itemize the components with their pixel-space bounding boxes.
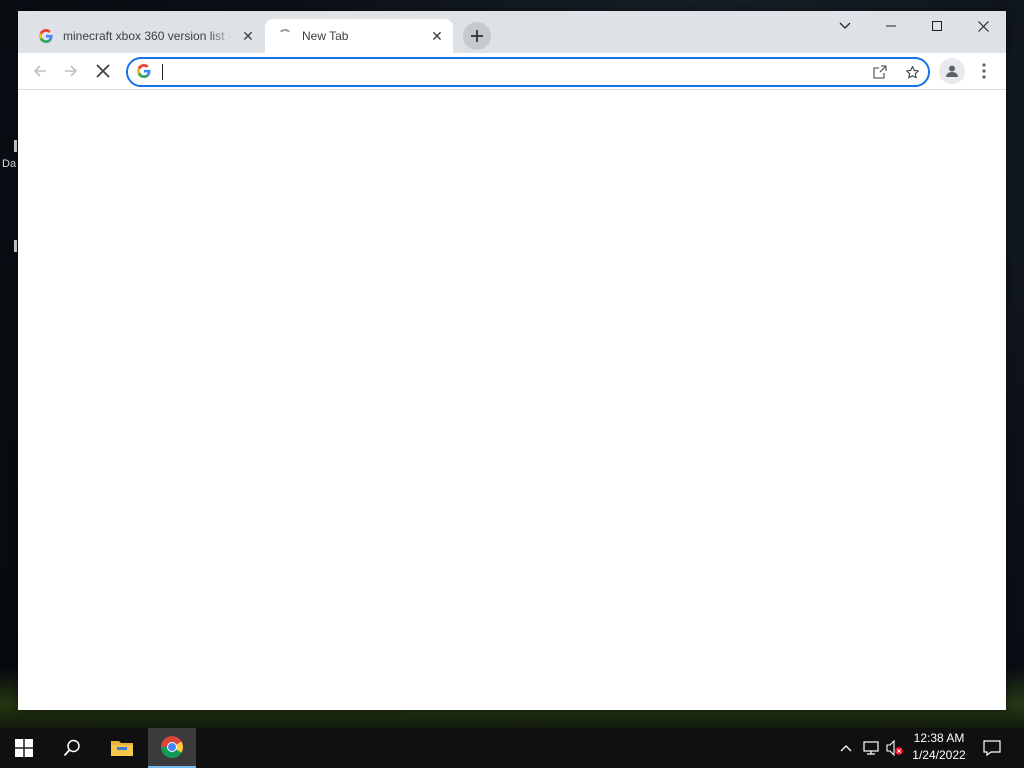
google-g-icon	[38, 28, 54, 44]
stop-loading-button[interactable]	[89, 57, 117, 85]
share-icon[interactable]	[870, 62, 890, 82]
maximize-icon	[932, 21, 942, 31]
chevron-up-icon	[840, 745, 852, 752]
page-content	[18, 90, 1006, 710]
tab-strip: minecraft xbox 360 version list - ✕ New …	[18, 11, 1006, 53]
google-g-icon	[137, 64, 153, 80]
file-explorer-icon	[111, 741, 133, 756]
browser-menu-button[interactable]	[974, 58, 994, 84]
browser-window: minecraft xbox 360 version list - ✕ New …	[18, 11, 1006, 710]
action-center-button[interactable]	[978, 728, 1006, 768]
forward-button[interactable]	[57, 57, 85, 85]
notification-icon	[983, 740, 1001, 756]
tab-close-icon[interactable]: ✕	[240, 28, 256, 44]
desktop-icons-partial: Da	[0, 130, 18, 280]
volume-button[interactable]	[884, 728, 906, 768]
desktop-icon-fragment	[14, 140, 17, 152]
loading-spinner-icon	[277, 28, 293, 44]
tab-minecraft-search[interactable]: minecraft xbox 360 version list - ✕	[26, 19, 264, 53]
clock-date: 1/24/2022	[912, 748, 966, 762]
tab-new-tab[interactable]: New Tab ✕	[265, 19, 453, 53]
taskbar: 12:38 AM 1/24/2022	[0, 728, 1024, 768]
browser-toolbar	[18, 53, 1006, 90]
desktop-icon-label: Da	[2, 158, 17, 170]
back-button[interactable]	[26, 57, 54, 85]
tab-close-icon[interactable]: ✕	[429, 28, 445, 44]
arrow-right-icon	[65, 65, 78, 77]
minimize-icon	[886, 25, 896, 27]
tab-search-button[interactable]	[822, 11, 868, 41]
taskbar-search-button[interactable]	[48, 728, 96, 768]
stop-x-icon	[96, 64, 110, 78]
close-window-button[interactable]	[960, 11, 1006, 41]
desktop-icon-fragment	[14, 240, 17, 252]
network-icon	[863, 741, 879, 755]
address-bar[interactable]	[126, 57, 930, 87]
text-caret	[162, 64, 163, 80]
clock-time: 12:38 AM	[913, 731, 965, 745]
search-icon	[63, 739, 80, 757]
maximize-button[interactable]	[914, 11, 960, 41]
network-button[interactable]	[860, 728, 882, 768]
person-icon	[946, 65, 958, 77]
tab-title: New Tab	[302, 29, 349, 43]
address-input[interactable]	[162, 62, 856, 84]
show-hidden-icons-button[interactable]	[836, 728, 856, 768]
star-icon[interactable]	[902, 62, 922, 82]
chrome-icon	[161, 736, 183, 758]
profile-button[interactable]	[939, 58, 965, 84]
windows-start-icon	[15, 739, 33, 757]
arrow-left-icon	[33, 65, 46, 77]
tab-title: minecraft xbox 360 version list -	[63, 29, 232, 43]
chevron-down-icon	[839, 22, 851, 29]
chrome-taskbar-button[interactable]	[148, 728, 196, 768]
close-icon	[977, 20, 989, 32]
start-button[interactable]	[0, 728, 48, 768]
taskbar-clock[interactable]: 12:38 AM 1/24/2022	[908, 730, 970, 766]
kebab-menu-icon	[982, 63, 986, 79]
plus-icon	[471, 30, 483, 42]
new-tab-button[interactable]	[463, 22, 491, 50]
volume-muted-icon	[886, 740, 903, 756]
minimize-button[interactable]	[868, 11, 914, 41]
file-explorer-button[interactable]	[98, 728, 146, 768]
